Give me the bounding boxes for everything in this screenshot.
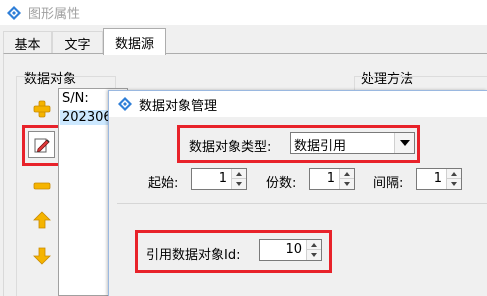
caret-down-icon bbox=[451, 182, 457, 186]
interval-increment-button[interactable] bbox=[447, 169, 461, 179]
pencil-edit-icon bbox=[34, 138, 50, 152]
tab-basic-label: 基本 bbox=[14, 37, 41, 53]
ref-id-stepper[interactable]: 10 bbox=[259, 239, 322, 261]
tab-strip: 基本 文字 数据源 bbox=[0, 25, 487, 55]
caret-up-icon bbox=[344, 171, 350, 176]
copies-stepper[interactable]: 1 bbox=[309, 168, 355, 190]
start-spin-buttons bbox=[231, 169, 246, 189]
tab-data-source-label: 数据源 bbox=[114, 36, 154, 52]
ref-id-value: 10 bbox=[285, 242, 302, 257]
list-item-selected[interactable]: 202306 bbox=[60, 110, 112, 125]
dialog-title-bar: 数据对象管理 bbox=[109, 91, 487, 117]
ref-id-decrement-button[interactable] bbox=[307, 250, 321, 260]
tab-basic[interactable]: 基本 bbox=[3, 31, 52, 54]
caret-down-icon bbox=[311, 253, 317, 257]
caret-down-icon bbox=[344, 182, 350, 186]
dialog-title: 数据对象管理 bbox=[139, 98, 218, 114]
chevron-down-icon bbox=[399, 140, 410, 146]
ref-id-spin-buttons bbox=[306, 240, 321, 260]
tab-text-label: 文字 bbox=[64, 37, 91, 53]
start-decrement-button[interactable] bbox=[232, 179, 246, 189]
dialog-logo-icon bbox=[118, 97, 132, 111]
interval-decrement-button[interactable] bbox=[447, 179, 461, 189]
window-title-bar: 图形属性 bbox=[0, 0, 487, 25]
data-object-manager-dialog: 数据对象管理 数据对象类型: 数据引用 起始: 1 份数: 1 间隔: 1 引用… bbox=[108, 90, 487, 296]
minus-icon bbox=[33, 182, 50, 189]
copies-increment-button[interactable] bbox=[340, 169, 354, 179]
add-data-object-button[interactable] bbox=[27, 94, 56, 123]
caret-up-icon bbox=[311, 242, 317, 247]
caret-up-icon bbox=[236, 171, 242, 176]
dialog-divider bbox=[117, 203, 487, 204]
type-select-dropdown-button[interactable] bbox=[394, 133, 414, 153]
remove-data-object-button[interactable] bbox=[27, 171, 56, 200]
tab-data-source[interactable]: 数据源 bbox=[103, 28, 166, 55]
start-increment-button[interactable] bbox=[232, 169, 246, 179]
ref-id-increment-button[interactable] bbox=[307, 240, 321, 250]
list-item[interactable]: S/N: bbox=[62, 91, 89, 106]
start-stepper[interactable]: 1 bbox=[191, 168, 247, 190]
arrow-down-icon bbox=[32, 247, 51, 265]
type-label: 数据对象类型: bbox=[189, 140, 272, 155]
arrow-up-icon bbox=[32, 210, 51, 228]
interval-value: 1 bbox=[433, 171, 442, 186]
copies-value: 1 bbox=[326, 171, 335, 186]
move-up-button[interactable] bbox=[27, 205, 56, 234]
app-logo-icon bbox=[7, 5, 21, 20]
interval-label: 间隔: bbox=[373, 176, 404, 191]
interval-spin-buttons bbox=[446, 169, 461, 189]
window-title: 图形属性 bbox=[28, 7, 81, 22]
interval-stepper[interactable]: 1 bbox=[416, 168, 462, 190]
start-label: 起始: bbox=[148, 176, 179, 191]
move-down-button[interactable] bbox=[27, 241, 56, 270]
tab-text[interactable]: 文字 bbox=[52, 31, 103, 54]
processing-group-frame bbox=[354, 76, 487, 90]
copies-spin-buttons bbox=[339, 169, 354, 189]
start-value: 1 bbox=[218, 171, 227, 186]
caret-down-icon bbox=[236, 182, 242, 186]
caret-up-icon bbox=[451, 171, 457, 176]
plus-icon bbox=[33, 100, 50, 117]
ref-id-label: 引用数据对象Id: bbox=[146, 248, 241, 263]
edit-data-object-button[interactable] bbox=[28, 131, 55, 158]
copies-decrement-button[interactable] bbox=[340, 179, 354, 189]
copies-label: 份数: bbox=[266, 176, 297, 191]
data-object-type-select[interactable]: 数据引用 bbox=[290, 132, 415, 154]
type-select-value: 数据引用 bbox=[294, 139, 347, 154]
